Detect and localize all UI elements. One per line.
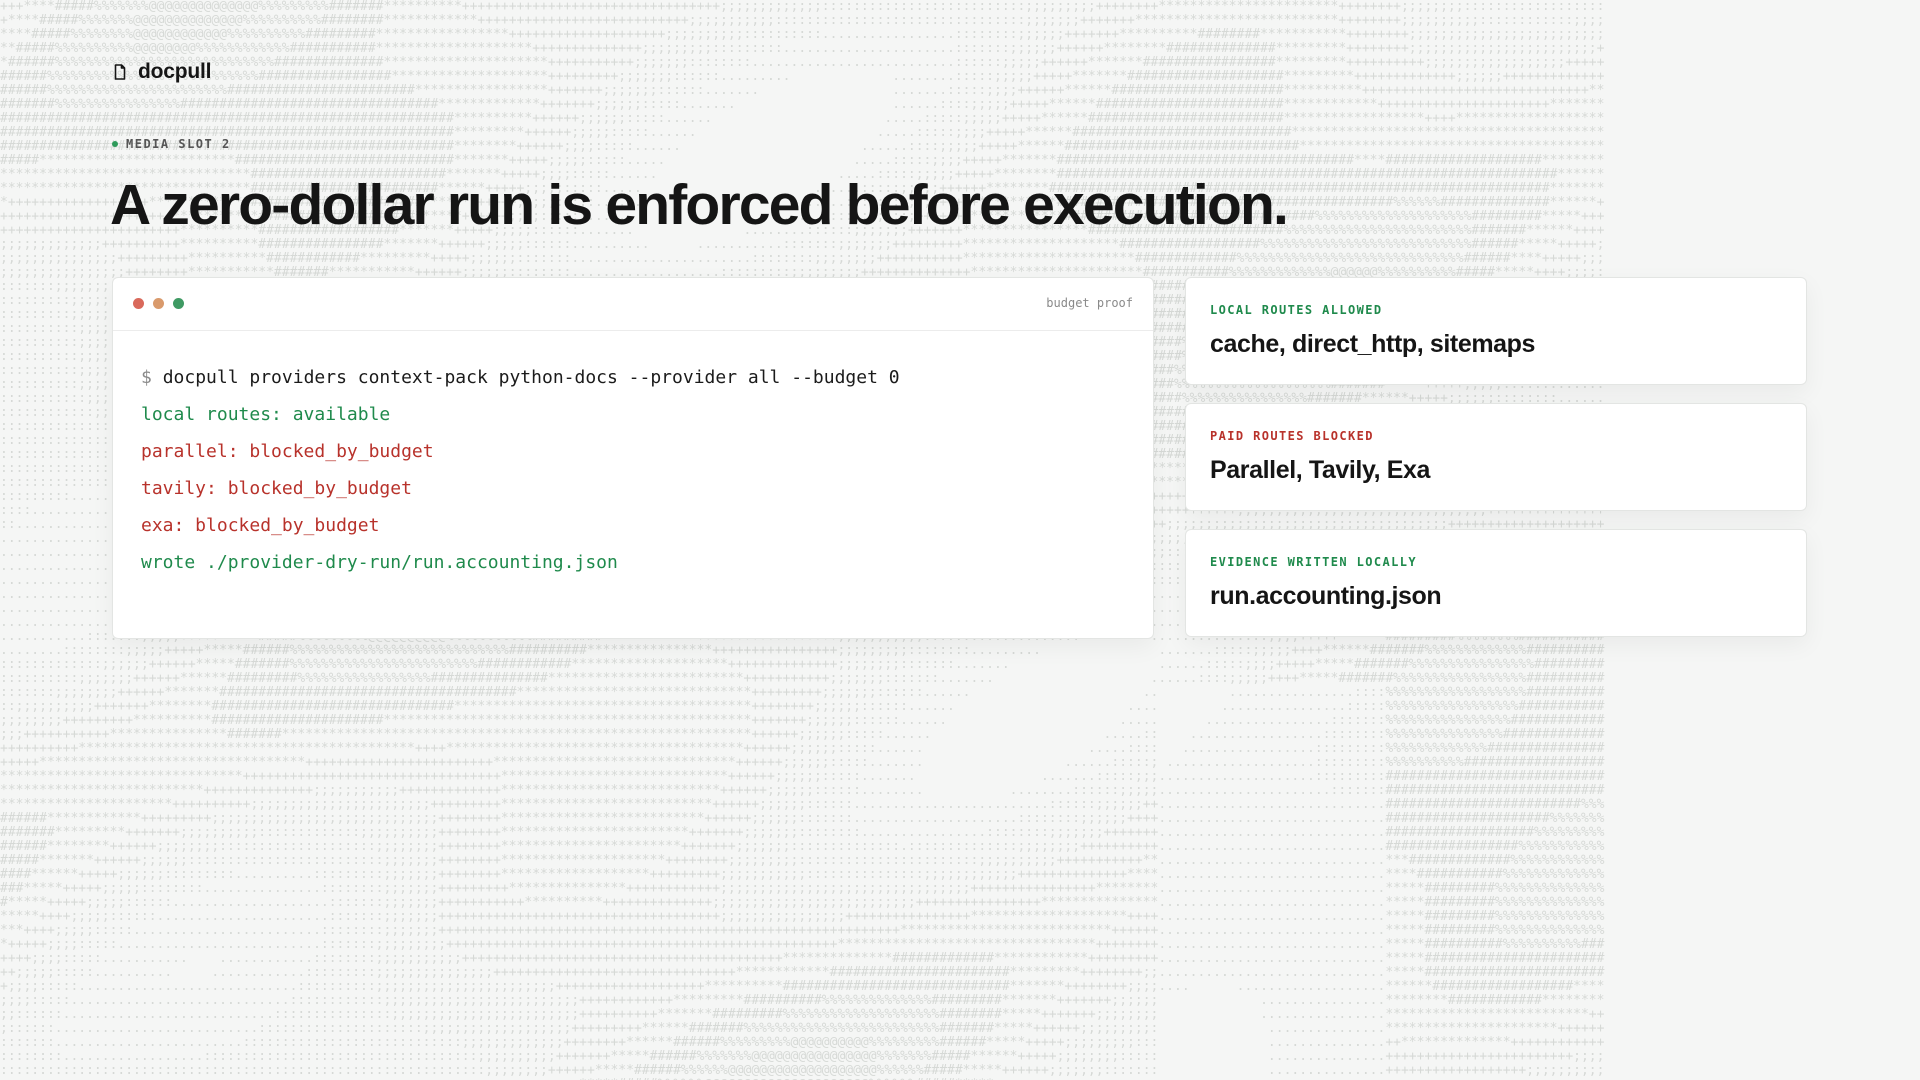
output-line: local routes: available xyxy=(141,404,391,425)
output-line: wrote ./provider-dry-run/run.accounting.… xyxy=(141,552,618,573)
slide: docpull MEDIA SLOT 2 A zero-dollar run i… xyxy=(0,0,1920,1080)
file-icon xyxy=(112,62,128,82)
output-line: parallel: blocked_by_budget xyxy=(141,441,434,462)
command-text: docpull providers context-pack python-do… xyxy=(162,367,900,388)
window-controls xyxy=(133,298,184,309)
terminal-body: $ docpull providers context-pack python-… xyxy=(113,331,1153,609)
card-eyebrow: EVIDENCE WRITTEN LOCALLY xyxy=(1210,555,1417,569)
status-dot-icon xyxy=(112,141,118,147)
card-evidence: EVIDENCE WRITTEN LOCALLY run.accounting.… xyxy=(1185,529,1807,637)
terminal-window: budget proof $ docpull providers context… xyxy=(112,277,1154,639)
prompt-symbol: $ xyxy=(141,367,152,388)
eyebrow-text: MEDIA SLOT 2 xyxy=(126,137,231,151)
brand-name: docpull xyxy=(138,60,212,83)
card-value: run.accounting.json xyxy=(1210,582,1442,610)
output-line: exa: blocked_by_budget xyxy=(141,515,380,536)
card-value: cache, direct_http, sitemaps xyxy=(1210,330,1536,358)
command-line: $ docpull providers context-pack python-… xyxy=(141,359,1125,396)
card-eyebrow: PAID ROUTES BLOCKED xyxy=(1210,429,1374,443)
output-line: tavily: blocked_by_budget xyxy=(141,478,412,499)
section-eyebrow: MEDIA SLOT 2 xyxy=(112,137,231,151)
close-dot-icon xyxy=(133,298,144,309)
page-title: A zero-dollar run is enforced before exe… xyxy=(110,173,1289,237)
card-value: Parallel, Tavily, Exa xyxy=(1210,456,1430,484)
terminal-label: budget proof xyxy=(1046,296,1133,310)
terminal-titlebar: budget proof xyxy=(113,278,1153,331)
maximize-dot-icon xyxy=(173,298,184,309)
minimize-dot-icon xyxy=(153,298,164,309)
card-local-routes: LOCAL ROUTES ALLOWED cache, direct_http,… xyxy=(1185,277,1807,385)
card-eyebrow: LOCAL ROUTES ALLOWED xyxy=(1210,303,1383,317)
brand: docpull xyxy=(112,60,211,84)
card-paid-routes: PAID ROUTES BLOCKED Parallel, Tavily, Ex… xyxy=(1185,403,1807,511)
